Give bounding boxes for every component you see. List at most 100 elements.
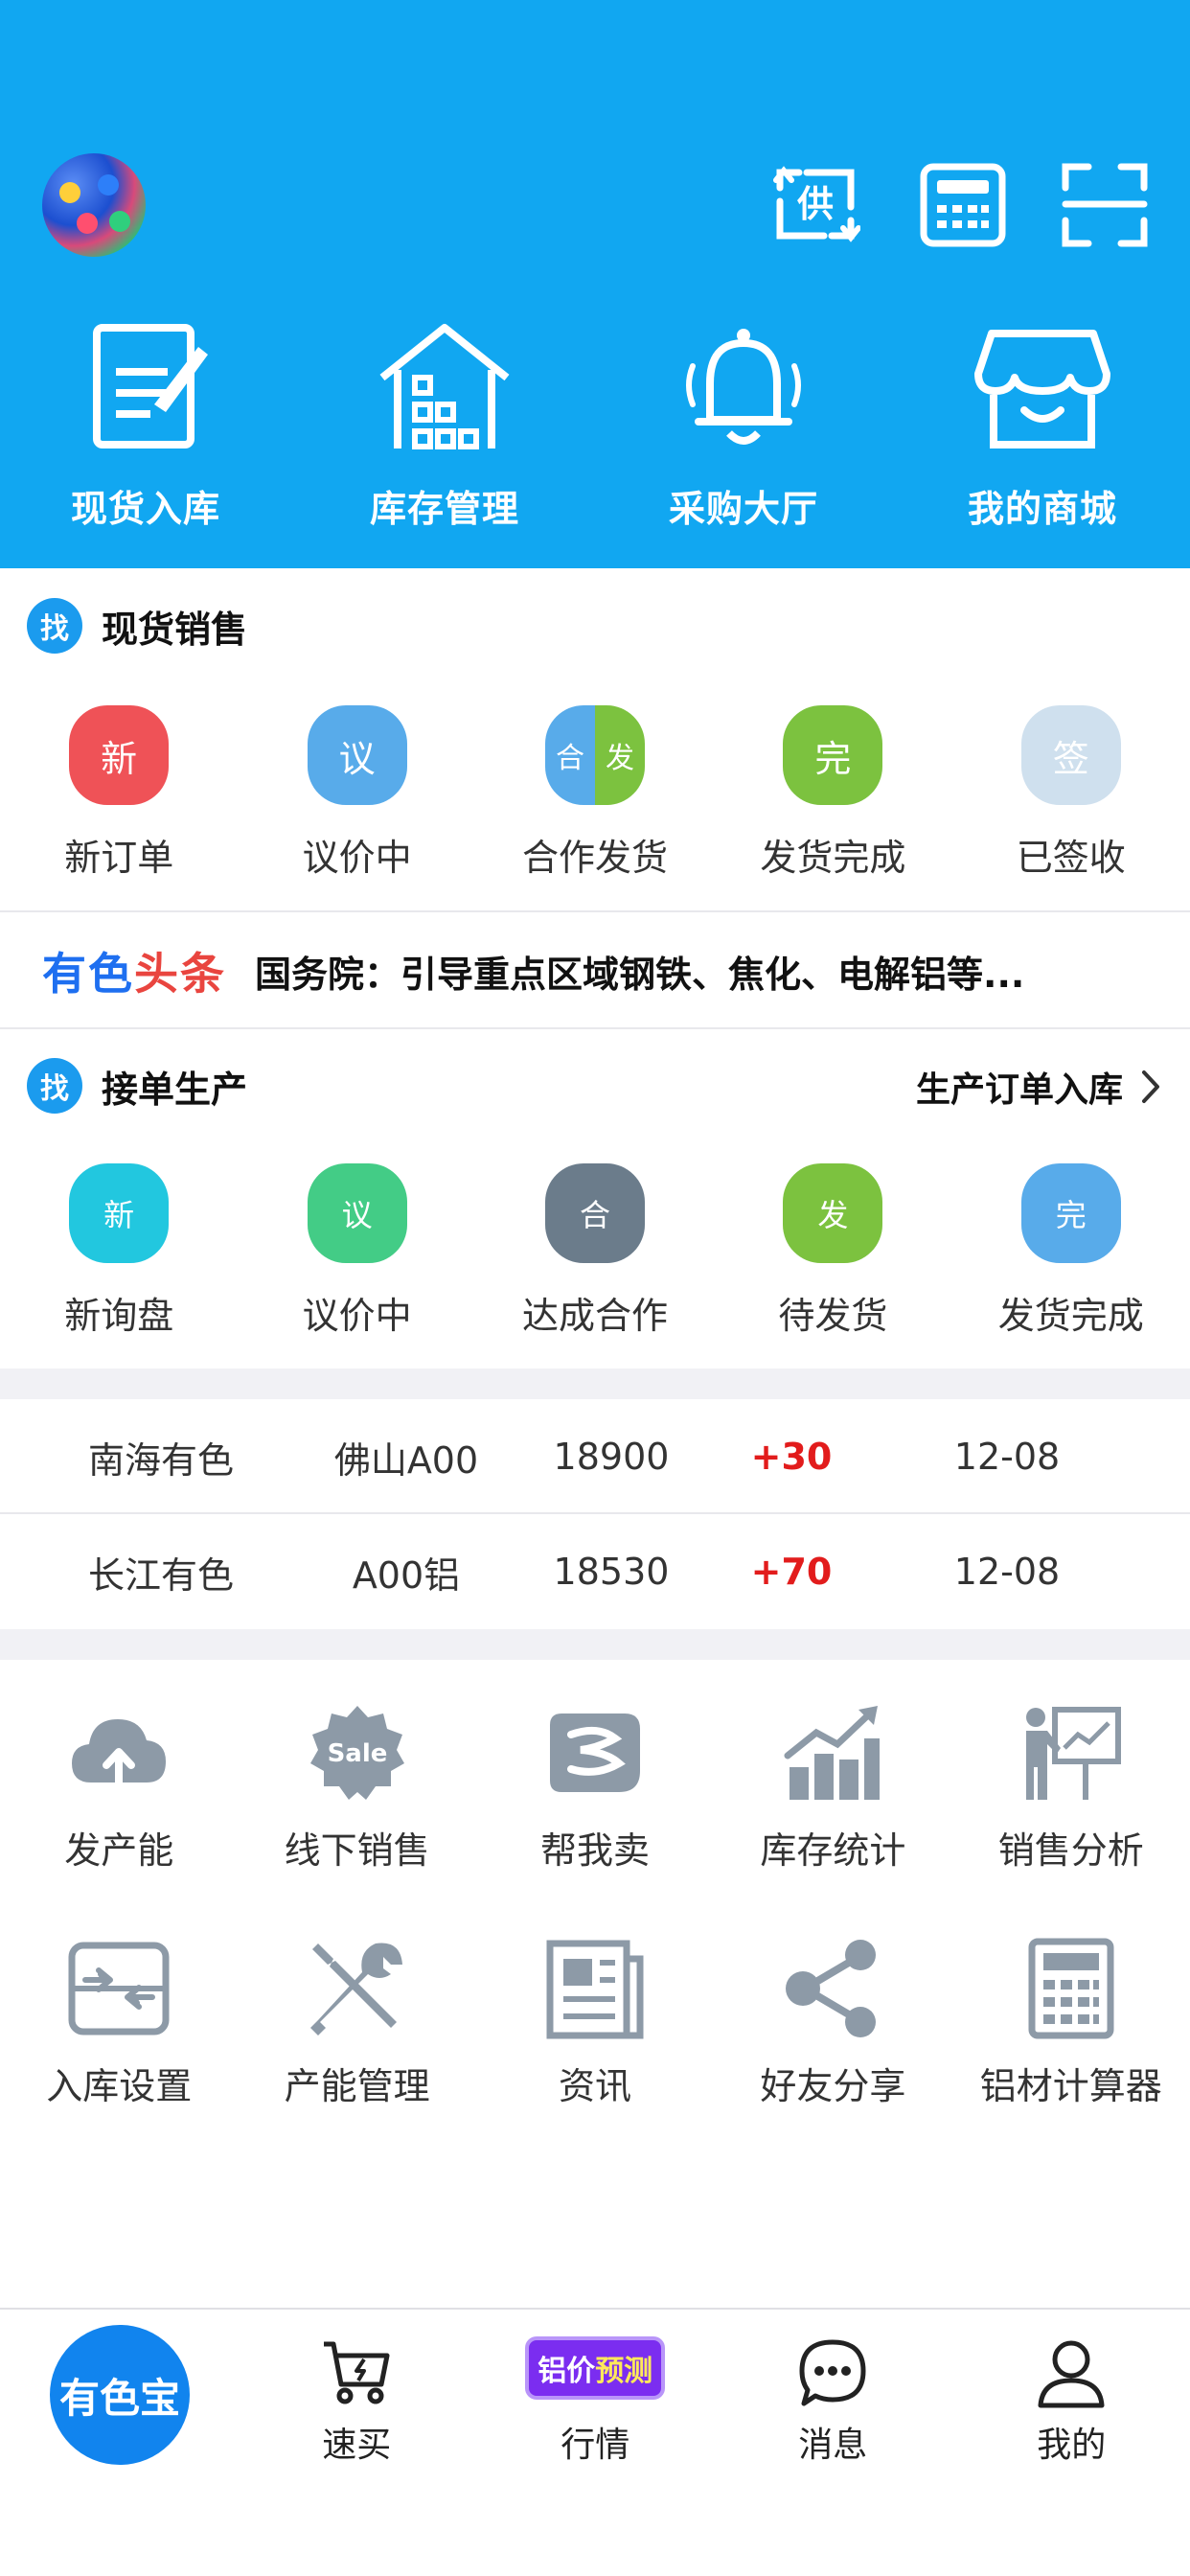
status-new-order[interactable]: 新 新订单 [0, 705, 238, 881]
calculator-icon [1028, 1938, 1114, 2039]
tool-offline-sales[interactable]: Sale 线下销售 [238, 1700, 475, 1874]
status-glyph: 合 [544, 1163, 645, 1263]
status-glyph: 新 [69, 705, 170, 805]
quick-action-stock-in[interactable]: 现货入库 [40, 316, 251, 532]
quick-action-inventory[interactable]: 库存管理 [339, 316, 550, 532]
chat-bubble-icon [799, 2339, 866, 2406]
quick-action-my-store[interactable]: 我的商城 [937, 316, 1148, 532]
news-brand-blue: 有色 [42, 948, 134, 1000]
document-edit-icon [93, 324, 208, 448]
help-sell-icon [549, 1714, 640, 1792]
cloud-upload-icon [72, 1719, 167, 1788]
tab-label: 我的 [1037, 2426, 1107, 2465]
tool-share-friends[interactable]: 好友分享 [714, 1936, 951, 2109]
presentation-icon [1025, 1707, 1121, 1800]
quick-action-label: 现货入库 [70, 488, 220, 530]
status-glyph-right: 发 [605, 742, 634, 775]
supply-exchange-icon[interactable]: 供 [770, 159, 860, 249]
tab-me[interactable]: 我的 [952, 2310, 1190, 2467]
news-brand: 有色头条 [42, 939, 226, 1002]
badge-text-b: 预测 [595, 2355, 653, 2388]
status-joint-shipping[interactable]: 合发 合作发货 [476, 705, 714, 881]
calculator-icon[interactable] [918, 159, 1008, 249]
status-label: 新订单 [64, 837, 174, 879]
tool-publish-capacity[interactable]: 发产能 [0, 1700, 238, 1874]
status-label: 已签收 [1016, 837, 1126, 879]
quick-action-purchase-hall[interactable]: 采购大厅 [638, 316, 849, 532]
tool-capacity-management[interactable]: 产能管理 [238, 1936, 475, 2109]
tab-label: 速买 [322, 2426, 392, 2465]
aluminum-forecast-badge: 铝价 预测 [525, 2336, 666, 2400]
quick-action-label: 库存管理 [369, 488, 519, 530]
tool-help-me-sell[interactable]: 帮我卖 [476, 1700, 714, 1874]
price-product: 佛山A00 [333, 1438, 479, 1482]
tab-label: 消息 [798, 2426, 868, 2465]
tab-quick-buy[interactable]: 速买 [238, 2310, 475, 2467]
section-title: 接单生产 [102, 1068, 248, 1111]
section-gap [0, 1629, 1190, 1660]
tab-home[interactable]: 有色宝 [50, 2325, 190, 2465]
badge-text-a: 铝价 [538, 2355, 596, 2388]
section-title: 现货销售 [102, 608, 248, 651]
status-label: 合作发货 [521, 837, 668, 879]
status-negotiating[interactable]: 议 议价中 [238, 1163, 475, 1339]
price-row[interactable]: 长江有色 A00铝 18530 +70 12-08 [0, 1514, 1190, 1629]
price-row[interactable]: 南海有色 佛山A00 18900 +30 12-08 [0, 1399, 1190, 1514]
quick-action-label: 采购大厅 [668, 488, 818, 530]
news-brand-red: 头条 [134, 948, 226, 1000]
production-header: 找 接单生产 [27, 1058, 247, 1114]
tool-label: 线下销售 [284, 1829, 430, 1872]
divider [0, 1027, 1190, 1029]
status-deal-reached[interactable]: 合 达成合作 [476, 1163, 714, 1339]
cart-icon [324, 2341, 390, 2404]
tool-label: 库存统计 [760, 1829, 906, 1872]
tab-messages[interactable]: 消息 [714, 2310, 951, 2467]
share-icon [786, 1940, 877, 2037]
price-value: 18530 [553, 1551, 670, 1593]
spot-sales-statuses: 新 新订单 议 议价中 合发 合作发货 完 发货完成 签 已签收 [0, 705, 1190, 881]
tab-market[interactable]: 铝价 预测 行情 [476, 2310, 714, 2467]
status-negotiating[interactable]: 议 议价中 [238, 705, 475, 881]
production-order-stock-in-link[interactable]: 生产订单入库 [916, 1062, 1163, 1112]
status-label: 待发货 [778, 1295, 888, 1337]
status-signed[interactable]: 签 已签收 [952, 705, 1190, 881]
tools-icon [309, 1943, 402, 2036]
status-label: 新询盘 [64, 1295, 174, 1337]
tool-label: 帮我卖 [539, 1829, 650, 1872]
status-glyph: 新 [69, 1163, 170, 1263]
newspaper-icon [546, 1940, 644, 2039]
price-market: 南海有色 [87, 1438, 234, 1482]
price-value: 18900 [553, 1436, 670, 1478]
status-shipped[interactable]: 完 发货完成 [714, 705, 951, 881]
tool-sales-analysis[interactable]: 销售分析 [952, 1700, 1190, 1874]
avatar[interactable] [42, 153, 146, 257]
price-date: 12-08 [953, 1551, 1061, 1593]
sale-badge-text: Sale [327, 1739, 387, 1768]
find-badge: 找 [27, 598, 82, 654]
tool-news[interactable]: 资讯 [476, 1936, 714, 2109]
price-product: A00铝 [352, 1553, 461, 1597]
bell-icon [686, 329, 801, 445]
tool-inventory-stats[interactable]: 库存统计 [714, 1700, 951, 1874]
status-to-ship[interactable]: 发 待发货 [714, 1163, 951, 1339]
status-glyph: 完 [1020, 1163, 1121, 1263]
tab-bar: 有色宝 速买 铝价 预测 行情 消息 我的 [0, 2308, 1190, 2576]
tool-aluminum-calculator[interactable]: 铝材计算器 [952, 1936, 1190, 2109]
status-label: 议价中 [302, 837, 412, 879]
tool-grid-row: 入库设置 产能管理 资讯 好友分享 铝材计算器 [0, 1936, 1190, 2109]
status-glyph-left: 合 [555, 742, 584, 775]
status-label: 达成合作 [521, 1295, 668, 1337]
status-split-glyph: 合发 [544, 705, 645, 805]
header: 供 现货入库 库存管理 采购大厅 我的商城 [0, 0, 1190, 568]
news-headline[interactable]: 国务院：引导重点区域钢铁、焦化、电解铝等... [255, 945, 1175, 998]
tab-label: 行情 [561, 2426, 630, 2465]
scan-icon[interactable] [1060, 159, 1150, 249]
tool-inbound-settings[interactable]: 入库设置 [0, 1936, 238, 2109]
tool-label: 入库设置 [46, 2065, 193, 2107]
news-ticker[interactable]: 有色头条 国务院：引导重点区域钢铁、焦化、电解铝等... [0, 912, 1190, 1029]
status-new-inquiry[interactable]: 新 新询盘 [0, 1163, 238, 1339]
status-shipped[interactable]: 完 发货完成 [952, 1163, 1190, 1339]
status-glyph: 签 [1020, 705, 1121, 805]
tool-label: 铝材计算器 [979, 2065, 1162, 2107]
status-label: 议价中 [302, 1295, 412, 1337]
